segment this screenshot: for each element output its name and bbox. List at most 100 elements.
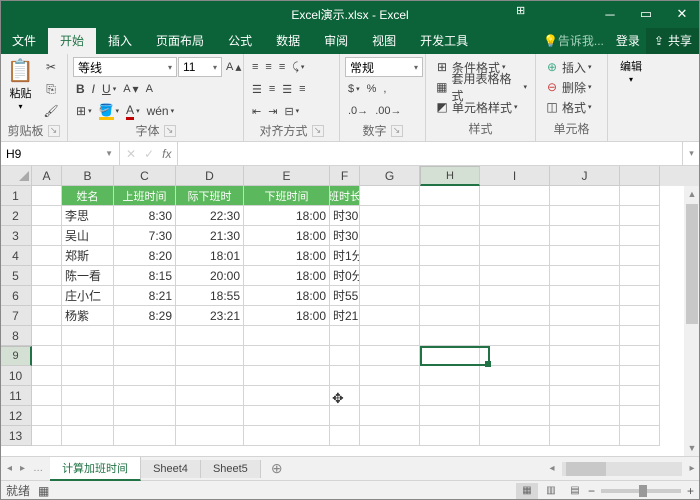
cell[interactable] — [420, 246, 480, 266]
cell[interactable]: 18:00 — [244, 246, 330, 266]
insert-cells-button[interactable]: ⊕插入▾ — [541, 57, 602, 77]
page-break-button[interactable]: ▤ — [564, 483, 586, 499]
cell[interactable] — [550, 426, 620, 446]
cell[interactable] — [620, 426, 660, 446]
cell[interactable] — [360, 286, 420, 306]
cell[interactable] — [620, 226, 660, 246]
cell[interactable] — [176, 386, 244, 406]
cell[interactable] — [620, 306, 660, 326]
fill-color-button[interactable]: 🪣▾ — [96, 101, 122, 121]
scroll-left-icon[interactable]: ◂ — [544, 463, 560, 474]
cell[interactable]: 8:29 — [114, 306, 176, 326]
sheet-tab-4[interactable]: Sheet4 — [141, 460, 201, 478]
cell[interactable]: 李思 — [62, 206, 114, 226]
align-right-button[interactable]: ☰ — [279, 79, 295, 99]
cell[interactable] — [62, 406, 114, 426]
bold-button[interactable]: B — [73, 79, 88, 99]
col-header-B[interactable]: B — [62, 166, 114, 186]
cell[interactable] — [550, 286, 620, 306]
cell[interactable] — [360, 406, 420, 426]
font-name-select[interactable]: 等线▾ — [73, 57, 177, 77]
prev-sheet-icon[interactable]: ▸ — [17, 463, 28, 474]
tab-formulas[interactable]: 公式 — [216, 27, 264, 54]
col-header-H[interactable]: H — [420, 166, 480, 186]
cell[interactable] — [360, 306, 420, 326]
align-middle-button[interactable]: ≡ — [262, 57, 274, 77]
cell[interactable] — [62, 366, 114, 386]
cut-button[interactable]: ✂ — [40, 57, 62, 77]
minimize-button[interactable]: ─ — [592, 0, 628, 28]
cell[interactable] — [360, 326, 420, 346]
row-header-4[interactable]: 4 — [0, 246, 32, 266]
cell[interactable] — [360, 246, 420, 266]
decrease-indent-button[interactable]: ⇤ — [249, 101, 264, 121]
wrap-text-button[interactable]: ≡ — [296, 79, 308, 99]
cell[interactable] — [480, 406, 550, 426]
tab-data[interactable]: 数据 — [264, 27, 312, 54]
ribbon-display-icon[interactable]: ⊞ — [516, 4, 525, 17]
col-header-I[interactable]: I — [480, 166, 550, 186]
cell[interactable] — [62, 426, 114, 446]
cell[interactable] — [550, 326, 620, 346]
paste-button[interactable]: 📋 粘贴 ▾ — [4, 56, 37, 113]
cell[interactable]: 时55分钟 — [330, 286, 360, 306]
cell[interactable] — [550, 246, 620, 266]
increase-font-button-2[interactable]: A — [143, 79, 156, 99]
cell[interactable] — [480, 186, 550, 206]
cell[interactable]: 22:30 — [176, 206, 244, 226]
tab-developer[interactable]: 开发工具 — [408, 27, 480, 54]
cell-styles-button[interactable]: ◩单元格样式▾ — [431, 97, 530, 117]
cell[interactable] — [330, 366, 360, 386]
cell[interactable] — [550, 226, 620, 246]
cell[interactable]: 18:00 — [244, 266, 330, 286]
cell[interactable] — [480, 346, 550, 366]
cell[interactable] — [32, 426, 62, 446]
row-header-6[interactable]: 6 — [0, 286, 32, 306]
zoom-out-button[interactable]: − — [588, 484, 595, 498]
enter-icon[interactable]: ✓ — [144, 147, 154, 161]
col-header-blank[interactable] — [620, 166, 660, 186]
normal-view-button[interactable]: ▦ — [516, 483, 538, 499]
row-header-1[interactable]: 1 — [0, 186, 32, 206]
cell[interactable] — [176, 326, 244, 346]
cell[interactable] — [330, 346, 360, 366]
cell[interactable] — [330, 426, 360, 446]
macro-record-icon[interactable]: ▦ — [38, 484, 49, 498]
cell[interactable]: 18:01 — [176, 246, 244, 266]
cancel-icon[interactable]: ✕ — [126, 147, 136, 161]
cell[interactable] — [480, 306, 550, 326]
scroll-down-icon[interactable]: ▼ — [684, 440, 700, 456]
row-header-13[interactable]: 13 — [0, 426, 32, 446]
cell[interactable] — [32, 346, 62, 366]
cell[interactable] — [480, 266, 550, 286]
cell[interactable]: 8:15 — [114, 266, 176, 286]
col-header-E[interactable]: E — [244, 166, 330, 186]
cell[interactable] — [360, 386, 420, 406]
row-header-7[interactable]: 7 — [0, 306, 32, 326]
align-bottom-button[interactable]: ≡ — [276, 57, 288, 77]
cell[interactable]: 18:00 — [244, 306, 330, 326]
col-header-J[interactable]: J — [550, 166, 620, 186]
cell[interactable] — [620, 266, 660, 286]
cell[interactable] — [360, 426, 420, 446]
login-button[interactable]: 登录 — [610, 32, 646, 49]
cell[interactable] — [420, 386, 480, 406]
decrease-font-button[interactable]: A▾ — [120, 79, 141, 99]
delete-cells-button[interactable]: ⊖删除▾ — [541, 77, 602, 97]
scroll-up-icon[interactable]: ▲ — [684, 186, 700, 202]
cell[interactable] — [620, 326, 660, 346]
font-color-button[interactable]: A▾ — [123, 101, 143, 121]
cell[interactable] — [550, 386, 620, 406]
copy-button[interactable]: ⎘ — [40, 79, 62, 99]
add-sheet-button[interactable]: ⊕ — [261, 460, 293, 477]
cell[interactable] — [550, 186, 620, 206]
cell[interactable]: 18:00 — [244, 206, 330, 226]
cell[interactable] — [420, 306, 480, 326]
cell[interactable] — [480, 366, 550, 386]
row-header-5[interactable]: 5 — [0, 266, 32, 286]
sheet-tab-active[interactable]: 计算加班时间 — [50, 457, 141, 481]
sheet-tab-5[interactable]: Sheet5 — [201, 460, 261, 478]
cell[interactable] — [480, 226, 550, 246]
underline-button[interactable]: U▾ — [99, 79, 119, 99]
cell[interactable]: 7:30 — [114, 226, 176, 246]
